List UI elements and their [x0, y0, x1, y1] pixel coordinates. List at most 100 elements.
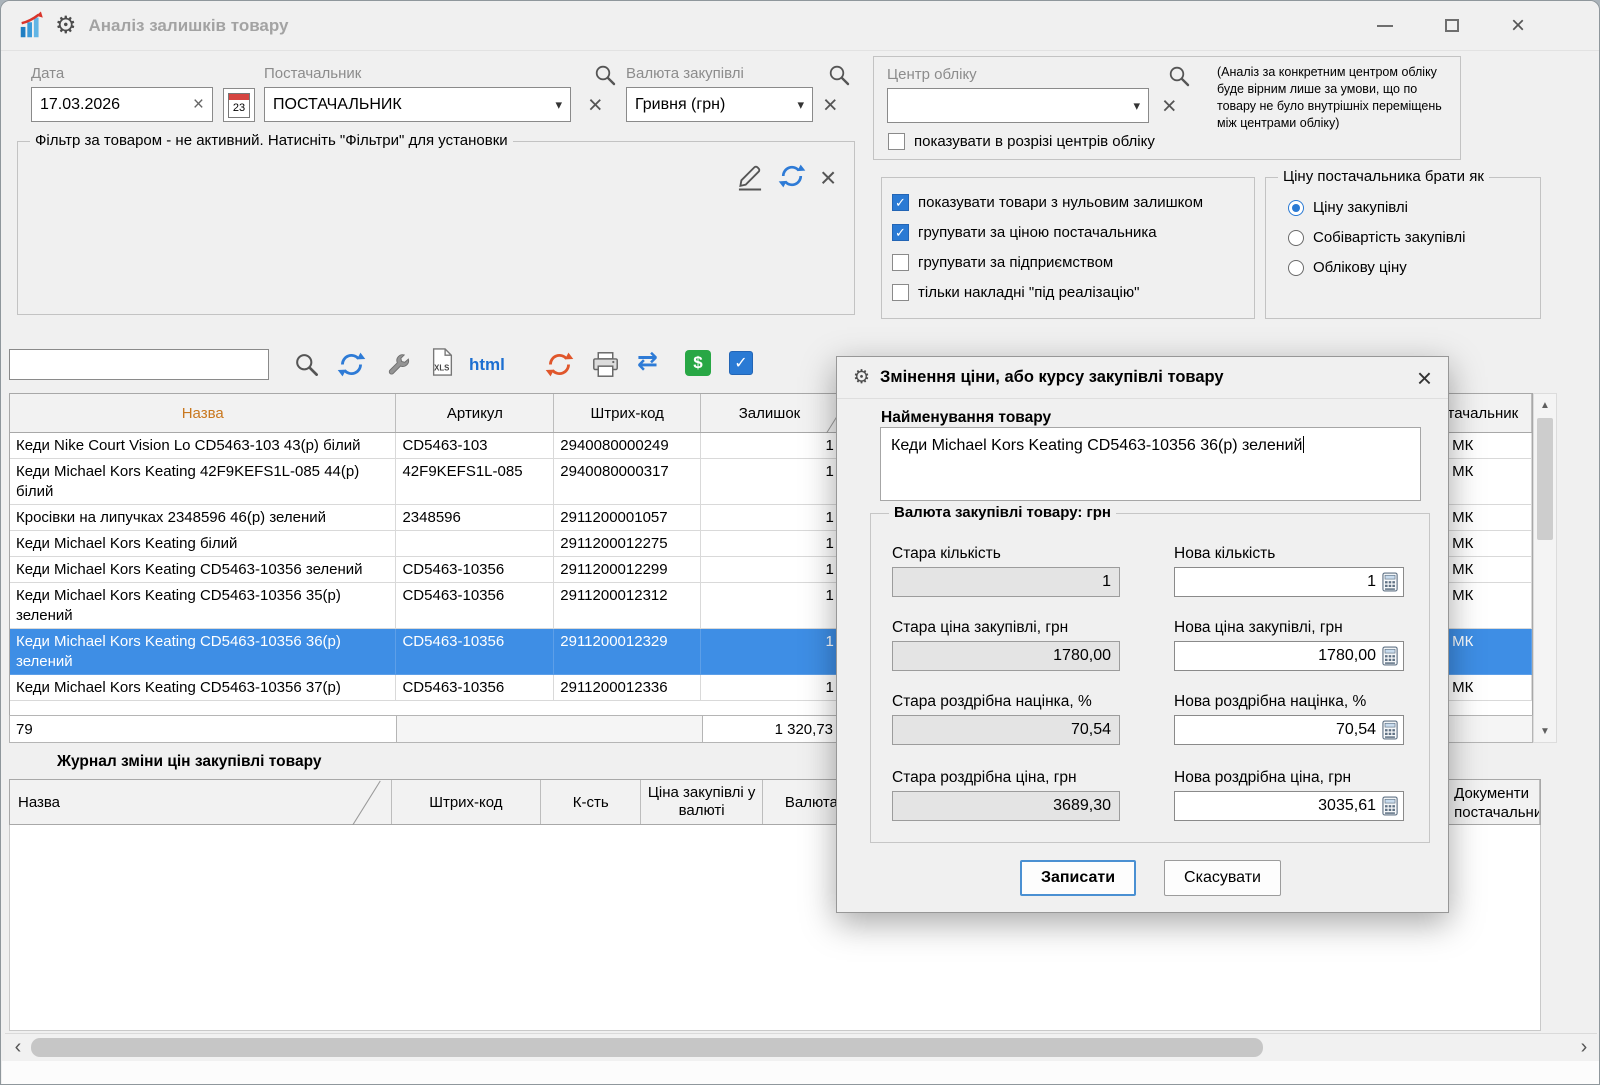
- settings-gear-icon[interactable]: ⚙: [55, 14, 77, 38]
- new-markup-field[interactable]: 70,54: [1174, 715, 1404, 745]
- cell-qty: 1: [701, 629, 839, 675]
- cell-article: CD5463-10356: [396, 583, 554, 629]
- refresh-table-button[interactable]: [337, 350, 366, 379]
- calendar-button[interactable]: 23: [223, 88, 255, 122]
- dialog-close-button[interactable]: ×: [1417, 365, 1432, 391]
- currency-clear-button[interactable]: ×: [823, 93, 838, 118]
- center-dropdown-icon[interactable]: ▾: [1133, 99, 1140, 112]
- column-header-name[interactable]: Назва: [10, 394, 396, 432]
- group-by-price-checkbox[interactable]: ✓: [892, 224, 909, 241]
- text-caret: [1303, 436, 1304, 453]
- scroll-right-button[interactable]: ›: [1571, 1034, 1597, 1061]
- print-button[interactable]: [591, 350, 620, 379]
- new-retail-field[interactable]: 3035,61: [1174, 791, 1404, 821]
- select-mode-button[interactable]: ✓: [729, 351, 753, 375]
- reload-prices-button[interactable]: [545, 350, 574, 379]
- old-retail-label: Стара роздрібна ціна, грн: [892, 769, 1077, 787]
- date-input[interactable]: 17.03.2026 ×: [31, 87, 213, 122]
- save-button[interactable]: Записати: [1020, 860, 1136, 896]
- cancel-button[interactable]: Скасувати: [1164, 860, 1281, 896]
- product-name-textarea[interactable]: Кеди Michael Kors Keating CD5463-10356 3…: [880, 427, 1421, 501]
- cost-price-radio[interactable]: [1288, 230, 1304, 246]
- radio-accounting-price[interactable]: Облікову ціну: [1288, 259, 1407, 276]
- scroll-up-button[interactable]: ▲: [1534, 394, 1556, 416]
- export-xls-button[interactable]: XLS: [430, 347, 455, 377]
- checked-box-icon: ✓: [729, 351, 753, 375]
- center-combo[interactable]: ▾: [887, 88, 1149, 123]
- transfer-button[interactable]: ⇄: [637, 349, 658, 374]
- close-button[interactable]: ×: [1511, 14, 1525, 38]
- price-tag-button[interactable]: $: [685, 350, 711, 376]
- supplier-dropdown-icon[interactable]: ▾: [555, 98, 562, 111]
- window-controls: ×: [1377, 14, 1525, 38]
- currency-dropdown-icon[interactable]: ▾: [797, 98, 804, 111]
- table-search-input[interactable]: [9, 349, 269, 380]
- currency-search-icon[interactable]: [827, 63, 851, 87]
- minimize-icon: [1377, 25, 1393, 27]
- accounting-price-radio[interactable]: [1288, 260, 1304, 276]
- center-split-option[interactable]: ✓ показувати в розрізі центрів обліку: [888, 133, 1155, 150]
- cell-barcode: 2911200001057: [554, 505, 701, 531]
- currency-combo[interactable]: Гривня (грн) ▾: [626, 87, 813, 122]
- center-split-checkbox[interactable]: ✓: [888, 133, 905, 150]
- calculator-icon[interactable]: [1382, 796, 1399, 816]
- calculator-icon[interactable]: [1382, 646, 1399, 666]
- price-change-dialog: ⚙ Змінення ціни, або курсу закупівлі тов…: [836, 356, 1449, 913]
- journal-column-name[interactable]: Назва: [10, 780, 392, 824]
- hscroll-thumb[interactable]: [31, 1038, 1263, 1057]
- search-button[interactable]: [293, 351, 320, 378]
- center-clear-button[interactable]: ×: [1162, 94, 1177, 119]
- filter-edit-button[interactable]: [734, 160, 766, 192]
- purchase-price-radio[interactable]: [1288, 200, 1304, 216]
- new-qty-field[interactable]: 1: [1174, 567, 1404, 597]
- vscroll-thumb[interactable]: [1537, 418, 1553, 540]
- cell-qty: 1: [701, 531, 839, 557]
- display-options-group: ✓ показувати товари з нульовим залишком …: [881, 177, 1255, 319]
- column-header-qty[interactable]: Залишок: [701, 394, 839, 432]
- option-group-by-price[interactable]: ✓ групувати за ціною постачальника: [892, 224, 1157, 241]
- journal-column-barcode[interactable]: Штрих-код: [392, 780, 542, 824]
- radio-cost-price[interactable]: Собівартість закупівлі: [1288, 229, 1465, 246]
- zero-stock-checkbox[interactable]: ✓: [892, 194, 909, 211]
- center-label: Центр обліку: [887, 66, 977, 83]
- new-price-field[interactable]: 1780,00: [1174, 641, 1404, 671]
- cell-name: Кеди Nike Court Vision Lo CD5463-103 43(…: [10, 433, 396, 459]
- filter-clear-button[interactable]: ×: [820, 164, 836, 192]
- currency-value: Гривня (грн): [635, 96, 725, 114]
- center-search-icon[interactable]: [1167, 64, 1191, 88]
- column-header-article[interactable]: Артикул: [396, 394, 554, 432]
- wrench-icon: [385, 351, 412, 378]
- column-header-barcode[interactable]: Штрих-код: [554, 394, 701, 432]
- minimize-button[interactable]: [1377, 25, 1393, 27]
- journal-column-qty[interactable]: К-сть: [541, 780, 641, 824]
- radio-purchase-price[interactable]: Ціну закупівлі: [1288, 199, 1408, 216]
- supplier-search-icon[interactable]: [593, 63, 617, 87]
- product-name-label: Найменування товару: [881, 409, 1051, 427]
- date-clear-icon[interactable]: ×: [193, 95, 204, 114]
- journal-column-documents[interactable]: Документи постачальника: [1440, 780, 1540, 824]
- option-group-by-company[interactable]: ✓ групувати за підприємством: [892, 254, 1113, 271]
- settings-tools-button[interactable]: [385, 351, 412, 378]
- export-html-button[interactable]: html: [469, 355, 505, 375]
- title-bar: ⚙ Аналіз залишків товару ×: [1, 1, 1599, 51]
- new-markup-label: Нова роздрібна націнка, %: [1174, 693, 1366, 711]
- cell-barcode: 2940080000249: [554, 433, 701, 459]
- consignment-only-checkbox[interactable]: ✓: [892, 284, 909, 301]
- journal-column-price[interactable]: Ціна закупівлі у валюті: [641, 780, 763, 824]
- calculator-icon[interactable]: [1382, 720, 1399, 740]
- scroll-down-button[interactable]: ▼: [1534, 720, 1556, 742]
- supplier-combo[interactable]: ПОСТАЧАЛЬНИК ▾: [264, 87, 571, 122]
- maximize-icon: [1445, 19, 1459, 32]
- new-qty-value: 1: [1183, 573, 1382, 591]
- accounting-center-group: Центр обліку ▾ × (Аналіз за конкретним ц…: [873, 56, 1461, 160]
- group-by-company-checkbox[interactable]: ✓: [892, 254, 909, 271]
- supplier-clear-button[interactable]: ×: [588, 93, 603, 118]
- maximize-button[interactable]: [1445, 19, 1459, 32]
- option-consignment-only[interactable]: ✓ тільки накладні "під реалізацію": [892, 284, 1139, 301]
- cell-article: CD5463-10356: [396, 675, 554, 701]
- scroll-left-button[interactable]: ‹: [5, 1034, 31, 1061]
- zero-stock-label: показувати товари з нульовим залишком: [918, 194, 1203, 211]
- calculator-icon[interactable]: [1382, 572, 1399, 592]
- option-zero-stock[interactable]: ✓ показувати товари з нульовим залишком: [892, 194, 1203, 211]
- filter-refresh-button[interactable]: [778, 162, 806, 190]
